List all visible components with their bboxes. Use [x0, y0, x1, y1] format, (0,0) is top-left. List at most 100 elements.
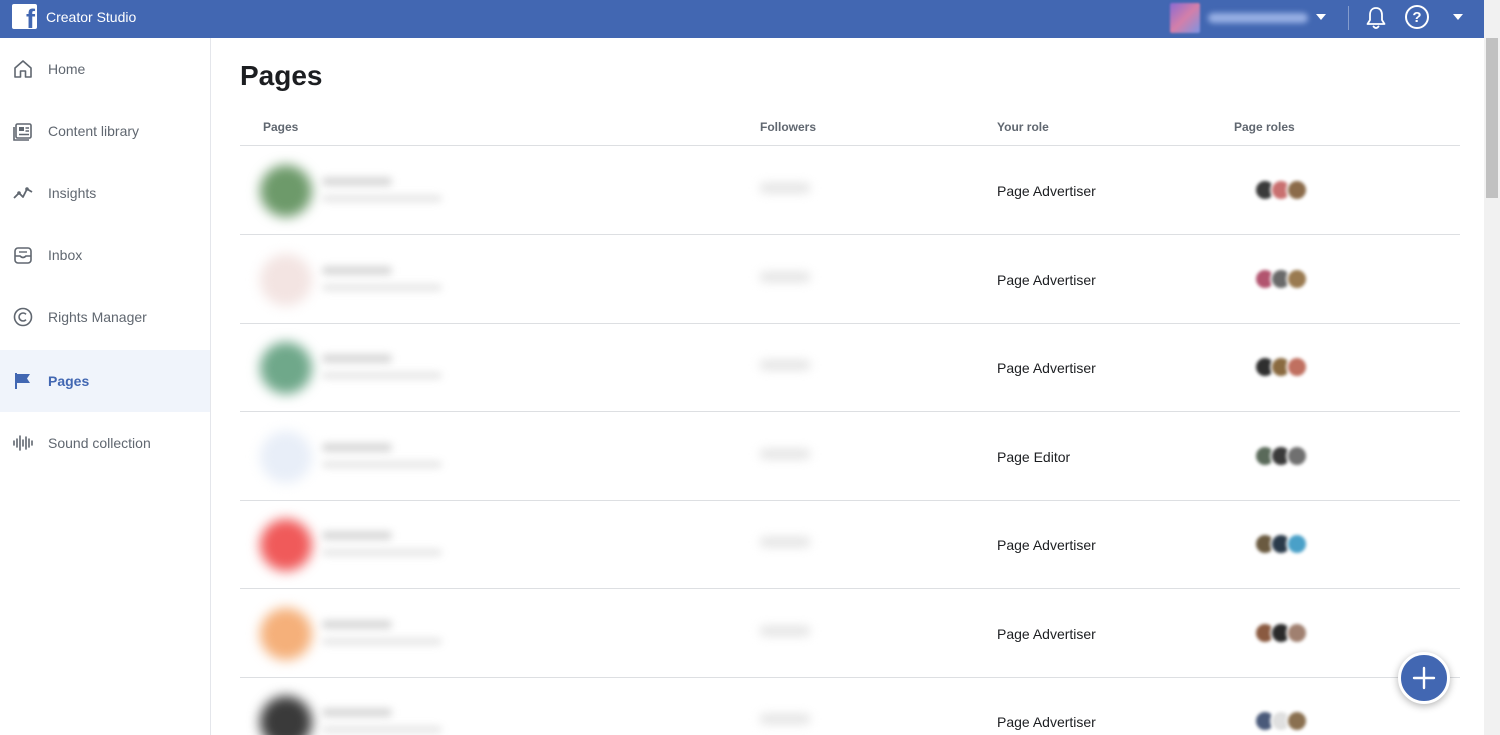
notifications-bell-icon[interactable]: [1364, 5, 1388, 31]
table-row[interactable]: Page Advertiser: [240, 501, 1460, 589]
table-row[interactable]: Page Advertiser: [240, 324, 1460, 412]
app-title: Creator Studio: [46, 9, 137, 25]
page-name-blurred[interactable]: [322, 708, 392, 717]
page-roles-avatars[interactable]: [1254, 533, 1334, 557]
add-page-button[interactable]: [1398, 652, 1450, 704]
page-roles-avatars[interactable]: [1254, 356, 1334, 380]
sidebar-item-label: Sound collection: [48, 435, 151, 451]
page-roles-avatars[interactable]: [1254, 444, 1334, 469]
page-avatar[interactable]: [260, 165, 312, 217]
page-roles-avatars[interactable]: [1254, 621, 1334, 646]
page-category-blurred: [322, 460, 442, 468]
role-member-avatar: [1286, 444, 1308, 467]
page-category-blurred: [322, 283, 442, 291]
plus-icon: [1412, 666, 1436, 690]
top-bar: f Creator Studio ?: [0, 0, 1484, 38]
table-header: Pages Followers Your role Page roles: [240, 118, 1460, 146]
your-role-text: Page Advertiser: [997, 537, 1096, 553]
page-category-blurred: [322, 726, 442, 733]
role-member-avatar: [1286, 621, 1308, 644]
followers-count-blurred: [760, 537, 810, 547]
column-header-followers[interactable]: Followers: [760, 120, 816, 134]
page-name-blurred[interactable]: [322, 354, 392, 363]
table-row[interactable]: Page Editor: [240, 413, 1460, 501]
menu-chevron-down-icon[interactable]: [1453, 14, 1463, 20]
main-content: Pages Pages Followers Your role Page rol…: [212, 38, 1484, 735]
sidebar-item-sound-collection[interactable]: Sound collection: [0, 412, 210, 474]
sidebar-item-label: Rights Manager: [48, 309, 147, 325]
followers-count-blurred: [760, 360, 810, 370]
followers-count-blurred: [760, 448, 810, 459]
account-switcher[interactable]: [1170, 2, 1310, 34]
page-name-blurred[interactable]: [322, 619, 392, 629]
role-member-avatar: [1286, 179, 1308, 201]
page-roles-avatars[interactable]: [1254, 710, 1334, 734]
page-category-blurred: [322, 549, 442, 556]
your-role-text: Page Advertiser: [997, 183, 1096, 199]
copyright-icon: [12, 306, 34, 328]
page-roles-avatars[interactable]: [1254, 267, 1334, 292]
sidebar-item-pages[interactable]: Pages: [0, 350, 210, 412]
account-name-blurred: [1208, 13, 1308, 23]
your-role-text: Page Advertiser: [997, 625, 1096, 642]
facebook-logo-icon[interactable]: f: [12, 4, 37, 29]
page-avatar[interactable]: [260, 342, 312, 394]
table-row[interactable]: Page Advertiser: [240, 236, 1460, 324]
role-member-avatar: [1286, 533, 1308, 555]
page-category-blurred: [322, 637, 442, 645]
your-role-text: Page Advertiser: [997, 271, 1096, 288]
inbox-icon: [12, 244, 34, 266]
page-roles-avatars[interactable]: [1254, 179, 1334, 203]
page-scrollbar[interactable]: [1484, 0, 1500, 735]
sidebar-item-home[interactable]: Home: [0, 38, 210, 100]
sidebar-item-insights[interactable]: Insights: [0, 162, 210, 224]
column-header-pages[interactable]: Pages: [263, 120, 298, 134]
page-category-blurred: [322, 195, 442, 202]
account-avatar: [1170, 3, 1200, 33]
insights-icon: [12, 182, 34, 204]
followers-count-blurred: [760, 271, 810, 282]
topbar-divider: [1348, 6, 1349, 30]
page-title: Pages: [240, 60, 323, 91]
page-name-blurred[interactable]: [322, 442, 392, 452]
sidebar-item-label: Pages: [48, 373, 90, 389]
sound-wave-icon: [12, 432, 34, 454]
scrollbar-thumb[interactable]: [1486, 38, 1498, 198]
content-library-icon: [12, 120, 34, 142]
role-member-avatar: [1286, 710, 1308, 732]
sidebar-item-label: Insights: [48, 185, 97, 201]
help-icon[interactable]: ?: [1405, 5, 1429, 29]
followers-count-blurred: [760, 714, 810, 724]
page-avatar[interactable]: [260, 696, 312, 735]
page-avatar[interactable]: [260, 430, 312, 483]
page-name-blurred[interactable]: [322, 265, 392, 275]
role-member-avatar: [1286, 267, 1308, 290]
page-name-blurred[interactable]: [322, 177, 392, 186]
your-role-text: Page Editor: [997, 448, 1071, 465]
column-header-your-role[interactable]: Your role: [997, 120, 1049, 134]
page-name-blurred[interactable]: [322, 531, 392, 540]
sidebar-item-label: Inbox: [48, 247, 83, 263]
your-role-text: Page Advertiser: [997, 360, 1096, 376]
flag-icon: [12, 370, 34, 392]
page-avatar[interactable]: [260, 253, 312, 306]
page-category-blurred: [322, 372, 442, 379]
table-row[interactable]: Page Advertiser: [240, 678, 1460, 735]
sidebar-item-label: Home: [48, 61, 86, 77]
table-row[interactable]: Page Advertiser: [240, 147, 1460, 235]
sidebar-item-content-library[interactable]: Content library: [0, 100, 210, 162]
column-header-page-roles[interactable]: Page roles: [1234, 120, 1295, 134]
followers-count-blurred: [760, 625, 810, 636]
followers-count-blurred: [760, 183, 810, 193]
home-icon: [12, 58, 34, 80]
page-avatar[interactable]: [260, 607, 312, 660]
sidebar-item-label: Content library: [48, 123, 140, 139]
table-row[interactable]: Page Advertiser: [240, 590, 1460, 678]
role-member-avatar: [1286, 356, 1308, 378]
sidebar: Home Content library Insights Inbox Righ…: [0, 38, 211, 735]
page-avatar[interactable]: [260, 519, 312, 571]
sidebar-item-rights-manager[interactable]: Rights Manager: [0, 286, 210, 348]
account-chevron-down-icon[interactable]: [1316, 14, 1326, 20]
sidebar-item-inbox[interactable]: Inbox: [0, 224, 210, 286]
your-role-text: Page Advertiser: [997, 714, 1096, 730]
